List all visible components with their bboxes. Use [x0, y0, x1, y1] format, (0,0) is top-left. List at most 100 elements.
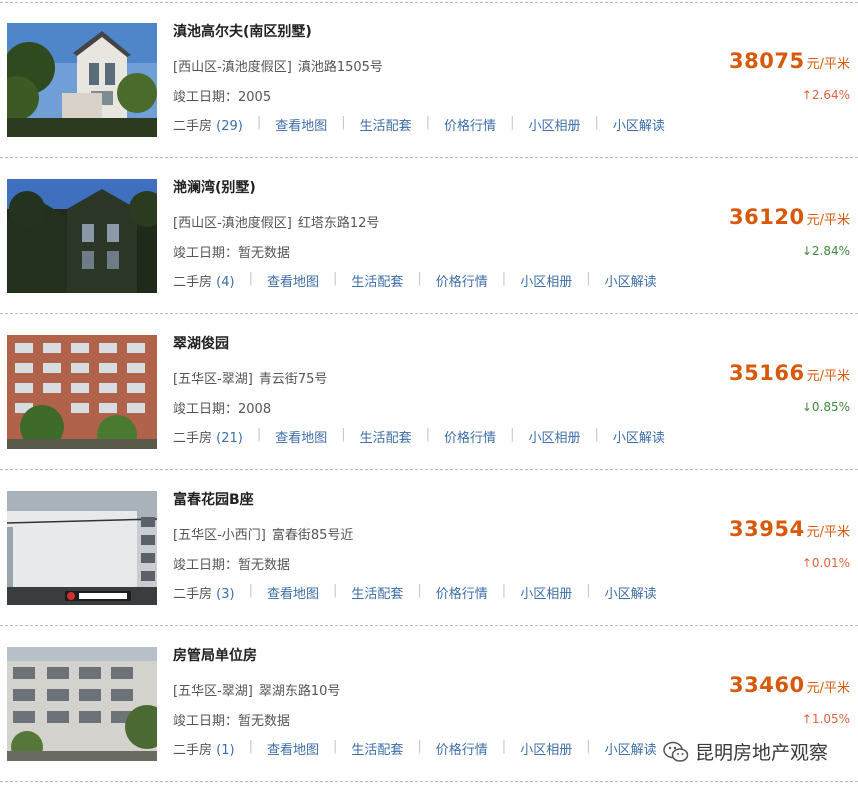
- price-unit: 元/平米: [806, 369, 850, 384]
- listing-address: [五华区-翠湖] 青云街75号: [173, 368, 327, 387]
- listing-district: [西山区-滇池度假区]: [173, 216, 292, 231]
- analysis-link[interactable]: 小区解读: [605, 271, 657, 290]
- listing-street: 富春街85号近: [271, 528, 354, 543]
- link-separator: |: [594, 427, 599, 442]
- price-trend-link[interactable]: 价格行情: [436, 583, 488, 602]
- price-change-value: 1.05%: [811, 712, 850, 726]
- listing-photo[interactable]: [7, 23, 157, 137]
- second-hand-count: (1): [216, 743, 235, 758]
- analysis-link[interactable]: 小区解读: [605, 739, 657, 758]
- second-hand-link[interactable]: 二手房 (29): [173, 115, 243, 134]
- completion-date-value: 2005: [238, 90, 272, 105]
- listing-title[interactable]: 滇池高尔夫(南区别墅): [173, 21, 312, 41]
- analysis-link[interactable]: 小区解读: [605, 583, 657, 602]
- listing-photo[interactable]: [7, 335, 157, 449]
- price-value: 36120: [729, 205, 805, 229]
- second-hand-label: 二手房: [173, 119, 213, 134]
- link-separator: |: [594, 115, 599, 130]
- price-change: ↓2.84%: [802, 244, 850, 258]
- link-separator: |: [510, 427, 515, 442]
- link-separator: |: [417, 271, 422, 286]
- listing-price: 38075 元/平米: [729, 49, 850, 73]
- amenities-link[interactable]: 生活配套: [360, 115, 412, 134]
- listing-photo[interactable]: [7, 647, 157, 761]
- second-hand-link[interactable]: 二手房 (3): [173, 583, 235, 602]
- second-hand-count: (3): [216, 587, 235, 602]
- price-trend-link[interactable]: 价格行情: [436, 739, 488, 758]
- map-link[interactable]: 查看地图: [275, 427, 327, 446]
- completion-date-value: 暂无数据: [238, 246, 291, 261]
- listing-district: [西山区-滇池度假区]: [173, 60, 292, 75]
- listing-title[interactable]: 富春花园B座: [173, 489, 254, 509]
- price-change: ↑2.64%: [802, 88, 850, 102]
- map-link[interactable]: 查看地图: [267, 739, 319, 758]
- price-value: 35166: [729, 361, 805, 385]
- completion-date-label: 竣工日期：: [173, 90, 239, 105]
- listing-address: [西山区-滇池度假区] 红塔东路12号: [173, 212, 379, 231]
- price-trend-link[interactable]: 价格行情: [444, 427, 496, 446]
- price-change: ↑1.05%: [802, 712, 850, 726]
- album-link[interactable]: 小区相册: [528, 115, 580, 134]
- amenities-link[interactable]: 生活配套: [351, 739, 403, 758]
- listing-street: 红塔东路12号: [297, 216, 380, 231]
- listing-price: 35166 元/平米: [729, 361, 850, 385]
- album-link[interactable]: 小区相册: [528, 427, 580, 446]
- link-separator: |: [501, 583, 507, 598]
- link-separator: |: [417, 583, 422, 598]
- second-hand-count: (29): [216, 119, 243, 134]
- completion-date-value: 暂无数据: [238, 714, 291, 729]
- completion-date: 竣工日期：暂无数据: [173, 242, 290, 261]
- map-link[interactable]: 查看地图: [267, 583, 319, 602]
- listing-photo[interactable]: [7, 179, 157, 293]
- link-separator: |: [332, 739, 338, 754]
- listing-price: 36120 元/平米: [729, 205, 850, 229]
- amenities-link[interactable]: 生活配套: [360, 427, 412, 446]
- analysis-link[interactable]: 小区解读: [613, 427, 665, 446]
- price-unit: 元/平米: [806, 57, 850, 72]
- second-hand-label: 二手房: [173, 743, 213, 758]
- listing-street: 青云街75号: [258, 372, 328, 387]
- price-change: ↓0.85%: [802, 400, 850, 414]
- link-separator: |: [332, 271, 338, 286]
- album-link[interactable]: 小区相册: [520, 271, 572, 290]
- amenities-link[interactable]: 生活配套: [351, 583, 403, 602]
- link-separator: |: [586, 583, 591, 598]
- listing-title[interactable]: 滟澜湾(别墅): [173, 177, 256, 197]
- price-change-value: 2.84%: [811, 244, 850, 258]
- listing-address: [西山区-滇池度假区] 滇池路1505号: [173, 56, 383, 75]
- completion-date-value: 暂无数据: [238, 558, 291, 573]
- listing-title[interactable]: 翠湖俊园: [173, 333, 229, 353]
- second-hand-label: 二手房: [173, 431, 213, 446]
- completion-date: 竣工日期：2005: [173, 86, 271, 105]
- listing-title[interactable]: 房管局单位房: [173, 645, 257, 665]
- album-link[interactable]: 小区相册: [520, 583, 572, 602]
- map-link[interactable]: 查看地图: [275, 115, 327, 134]
- amenities-link[interactable]: 生活配套: [351, 271, 403, 290]
- price-value: 38075: [729, 49, 805, 73]
- listing-address: [五华区-翠湖] 翠湖东路10号: [173, 680, 340, 699]
- price-value: 33460: [729, 673, 805, 697]
- price-trend-link[interactable]: 价格行情: [436, 271, 488, 290]
- link-separator: |: [425, 427, 431, 442]
- link-separator: |: [256, 115, 262, 130]
- listing-district: [五华区-翠湖]: [173, 372, 253, 387]
- link-separator: |: [341, 115, 346, 130]
- second-hand-label: 二手房: [173, 275, 213, 290]
- map-link[interactable]: 查看地图: [267, 271, 319, 290]
- listing-district: [五华区-翠湖]: [173, 684, 253, 699]
- listing-links: 二手房 (21) | 查看地图 | 生活配套 | 价格行情 | 小区相册 | 小…: [173, 427, 665, 446]
- album-link[interactable]: 小区相册: [520, 739, 572, 758]
- second-hand-link[interactable]: 二手房 (4): [173, 271, 235, 290]
- second-hand-link[interactable]: 二手房 (1): [173, 739, 235, 758]
- completion-date-label: 竣工日期：: [173, 402, 239, 417]
- second-hand-label: 二手房: [173, 587, 213, 602]
- wechat-icon: [663, 741, 689, 763]
- listing-links: 二手房 (1) | 查看地图 | 生活配套 | 价格行情 | 小区相册 | 小区…: [173, 739, 657, 758]
- listing-photo[interactable]: [7, 491, 157, 605]
- watermark: 昆明房地产观察: [660, 738, 830, 765]
- price-trend-link[interactable]: 价格行情: [444, 115, 496, 134]
- completion-date-label: 竣工日期：: [173, 714, 239, 729]
- analysis-link[interactable]: 小区解读: [613, 115, 665, 134]
- second-hand-link[interactable]: 二手房 (21): [173, 427, 243, 446]
- listing-item: 富春花园B座 [五华区-小西门] 富春街85号近 竣工日期：暂无数据 二手房 (3…: [0, 471, 858, 626]
